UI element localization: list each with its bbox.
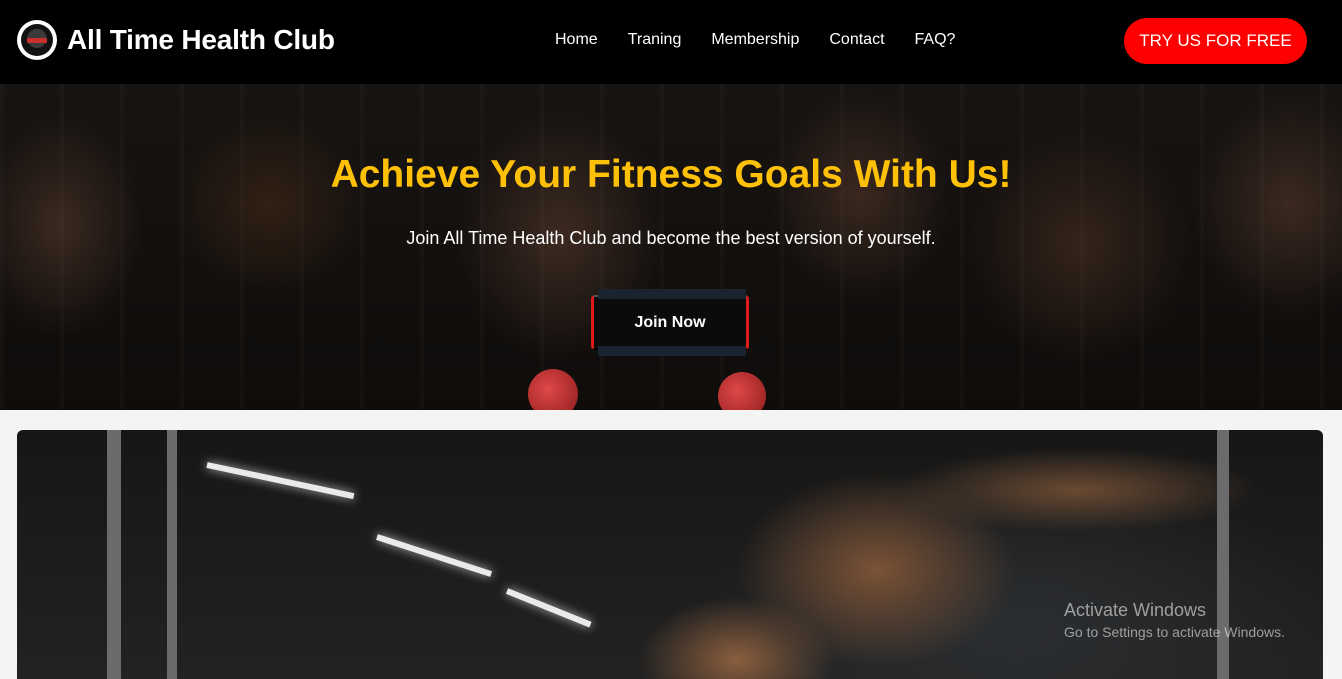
rack-pole [1217, 430, 1229, 679]
nav-home[interactable]: Home [555, 31, 598, 49]
nav-training[interactable]: Traning [628, 31, 682, 49]
logo-icon [17, 20, 57, 60]
gym-feature-image [17, 430, 1323, 679]
hero-title: Achieve Your Fitness Goals With Us! [330, 153, 1012, 196]
kettlebell-decoration [528, 369, 578, 410]
nav-faq[interactable]: FAQ? [915, 31, 956, 49]
windows-activation-watermark: Activate Windows Go to Settings to activ… [1064, 600, 1285, 640]
watermark-subtitle: Go to Settings to activate Windows. [1064, 624, 1285, 640]
hero-subtitle: Join All Time Health Club and become the… [406, 228, 936, 248]
ceiling-light [376, 534, 493, 577]
brand-logo-link[interactable]: All Time Health Club [17, 20, 335, 60]
watermark-title: Activate Windows [1064, 600, 1207, 620]
rack-pole [107, 430, 121, 679]
nav-contact[interactable]: Contact [829, 31, 884, 49]
join-now-label: Join Now [634, 313, 706, 331]
hero-banner: Achieve Your Fitness Goals With Us! Join… [0, 84, 1342, 410]
nav-membership[interactable]: Membership [711, 31, 799, 49]
rack-pole [167, 430, 177, 679]
brand-name: All Time Health Club [67, 24, 335, 55]
top-navbar: All Time Health Club Home Traning Member… [0, 0, 1342, 84]
ceiling-light [505, 588, 592, 628]
ceiling-light [206, 462, 355, 500]
kettlebell-decoration [718, 372, 766, 410]
main-nav: Home Traning Membership Contact FAQ? [555, 31, 985, 49]
try-free-button[interactable]: TRY US FOR FREE [1124, 18, 1307, 64]
join-now-button[interactable]: Join Now [591, 289, 749, 356]
